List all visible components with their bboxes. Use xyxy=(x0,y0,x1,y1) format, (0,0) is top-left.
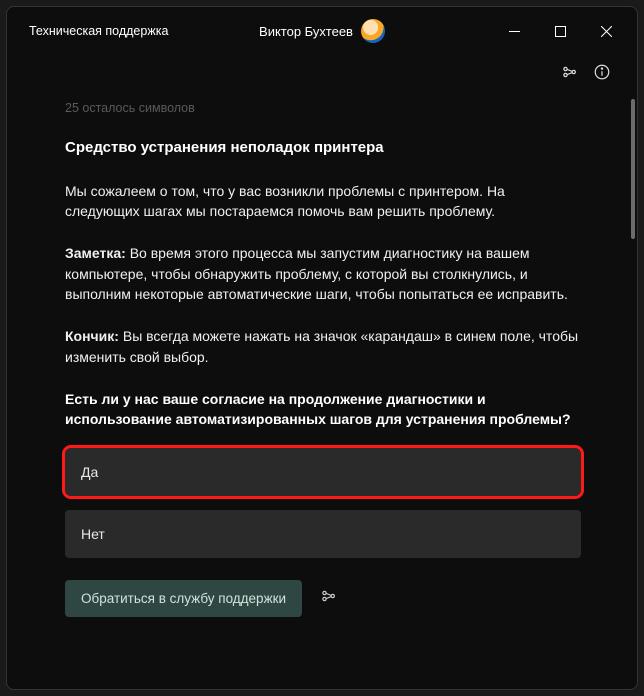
app-window: Техническая поддержка Виктор Бухтеев xyxy=(6,6,638,690)
troubleshooter-heading: Средство устранения неполадок принтера xyxy=(65,137,581,159)
tip-paragraph: Кончик: Вы всегда можете нажать на значо… xyxy=(65,326,581,367)
footer-row: Обратиться в службу поддержки xyxy=(65,580,581,617)
option-no[interactable]: Нет xyxy=(65,510,581,558)
chat-content: 25 осталось символов Средство устранения… xyxy=(7,93,627,689)
scrollbar[interactable] xyxy=(629,93,635,689)
scrollbar-thumb[interactable] xyxy=(631,99,635,239)
tip-body: Вы всегда можете нажать на значок «каран… xyxy=(65,328,578,364)
note-paragraph: Заметка: Во время этого процесса мы запу… xyxy=(65,243,581,304)
note-label: Заметка: xyxy=(65,245,126,261)
char-counter: 25 осталось символов xyxy=(65,99,581,117)
share-icon[interactable] xyxy=(561,63,579,86)
consent-question: Есть ли у нас ваше согласие на продолжен… xyxy=(65,389,581,430)
option-yes-label: Да xyxy=(81,464,98,480)
intro-text: Мы сожалеем о том, что у вас возникли пр… xyxy=(65,181,581,222)
note-body: Во время этого процесса мы запустим диаг… xyxy=(65,245,568,302)
user-info: Виктор Бухтеев xyxy=(259,19,385,43)
share-icon[interactable] xyxy=(320,587,338,610)
app-title: Техническая поддержка xyxy=(29,24,168,38)
minimize-button[interactable] xyxy=(491,11,537,51)
user-avatar-icon xyxy=(361,19,385,43)
window-controls xyxy=(491,11,629,51)
user-name: Виктор Бухтеев xyxy=(259,24,353,39)
toolbar xyxy=(7,55,637,93)
option-no-label: Нет xyxy=(81,526,105,542)
close-button[interactable] xyxy=(583,11,629,51)
titlebar: Техническая поддержка Виктор Бухтеев xyxy=(7,7,637,55)
contact-support-button[interactable]: Обратиться в службу поддержки xyxy=(65,580,302,617)
option-yes[interactable]: Да xyxy=(65,448,581,496)
content-area: 25 осталось символов Средство устранения… xyxy=(7,93,637,689)
maximize-button[interactable] xyxy=(537,11,583,51)
tip-label: Кончик: xyxy=(65,328,119,344)
info-icon[interactable] xyxy=(593,63,611,86)
